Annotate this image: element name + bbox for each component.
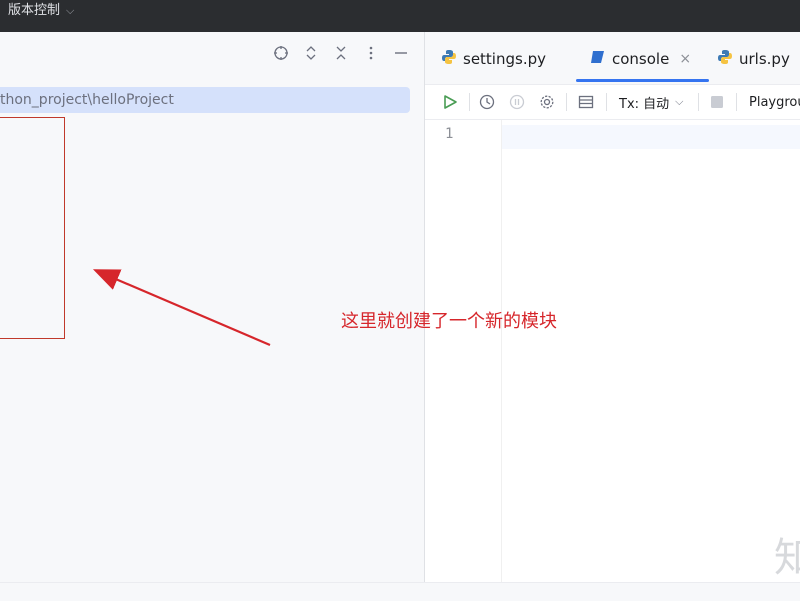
vcs-menu[interactable]: 版本控制 ⌵ <box>8 0 74 22</box>
line-gutter: 1 <box>425 120 502 582</box>
annotation-highlight-box <box>0 117 65 339</box>
project-path-text: thon_project\helloProject <box>0 92 174 108</box>
chevron-down-icon: ⌵ <box>66 4 75 17</box>
separator <box>566 93 567 111</box>
locate-icon[interactable] <box>272 44 290 62</box>
tab-settings-py[interactable]: settings.py <box>441 48 546 70</box>
separator <box>736 93 737 111</box>
history-icon[interactable] <box>478 93 496 111</box>
project-toolbar <box>272 44 410 62</box>
vcs-label: 版本控制 <box>8 3 61 18</box>
expand-all-icon[interactable] <box>302 44 320 62</box>
annotation-text: 这里就创建了一个新的模块 <box>341 311 557 332</box>
more-options-icon[interactable] <box>362 44 380 62</box>
project-path-row[interactable]: thon_project\helloProject <box>0 87 410 113</box>
separator <box>606 93 607 111</box>
python-icon <box>441 49 457 69</box>
pause-icon[interactable] <box>508 93 526 111</box>
chevron-down-icon: ⌵ <box>675 95 684 108</box>
status-bar <box>0 582 800 601</box>
playground-dropdown[interactable]: Playgrou <box>749 93 800 111</box>
separator <box>469 93 470 111</box>
python-icon <box>717 49 733 69</box>
transaction-mode-dropdown[interactable]: Tx: 自动 ⌵ <box>619 93 693 112</box>
line-number: 1 <box>445 126 454 142</box>
separator <box>698 93 699 111</box>
editor-tab-bar: settings.py console × urls.py <box>425 32 800 85</box>
collapse-all-icon[interactable] <box>332 44 350 62</box>
tab-label: urls.py <box>739 50 790 68</box>
title-bar: 版本控制 ⌵ <box>0 0 800 32</box>
console-icon <box>590 49 606 69</box>
watermark: 知 <box>774 535 800 581</box>
stop-icon[interactable] <box>708 93 726 111</box>
hide-panel-icon[interactable] <box>392 44 410 62</box>
tab-label: console <box>612 50 670 68</box>
editor-toolbar: Tx: 自动 ⌵ Playgrou <box>425 85 800 120</box>
playground-label: Playgrou <box>749 94 800 110</box>
tx-mode-label: Tx: 自动 <box>619 96 670 112</box>
tab-label: settings.py <box>463 50 546 68</box>
close-icon[interactable]: × <box>679 51 691 67</box>
tab-console[interactable]: console × <box>575 48 710 82</box>
tab-urls-py[interactable]: urls.py <box>717 48 790 70</box>
run-icon[interactable] <box>441 93 459 111</box>
gear-icon[interactable] <box>538 93 556 111</box>
console-editor[interactable]: 1 <box>425 120 800 582</box>
table-view-icon[interactable] <box>577 93 595 111</box>
